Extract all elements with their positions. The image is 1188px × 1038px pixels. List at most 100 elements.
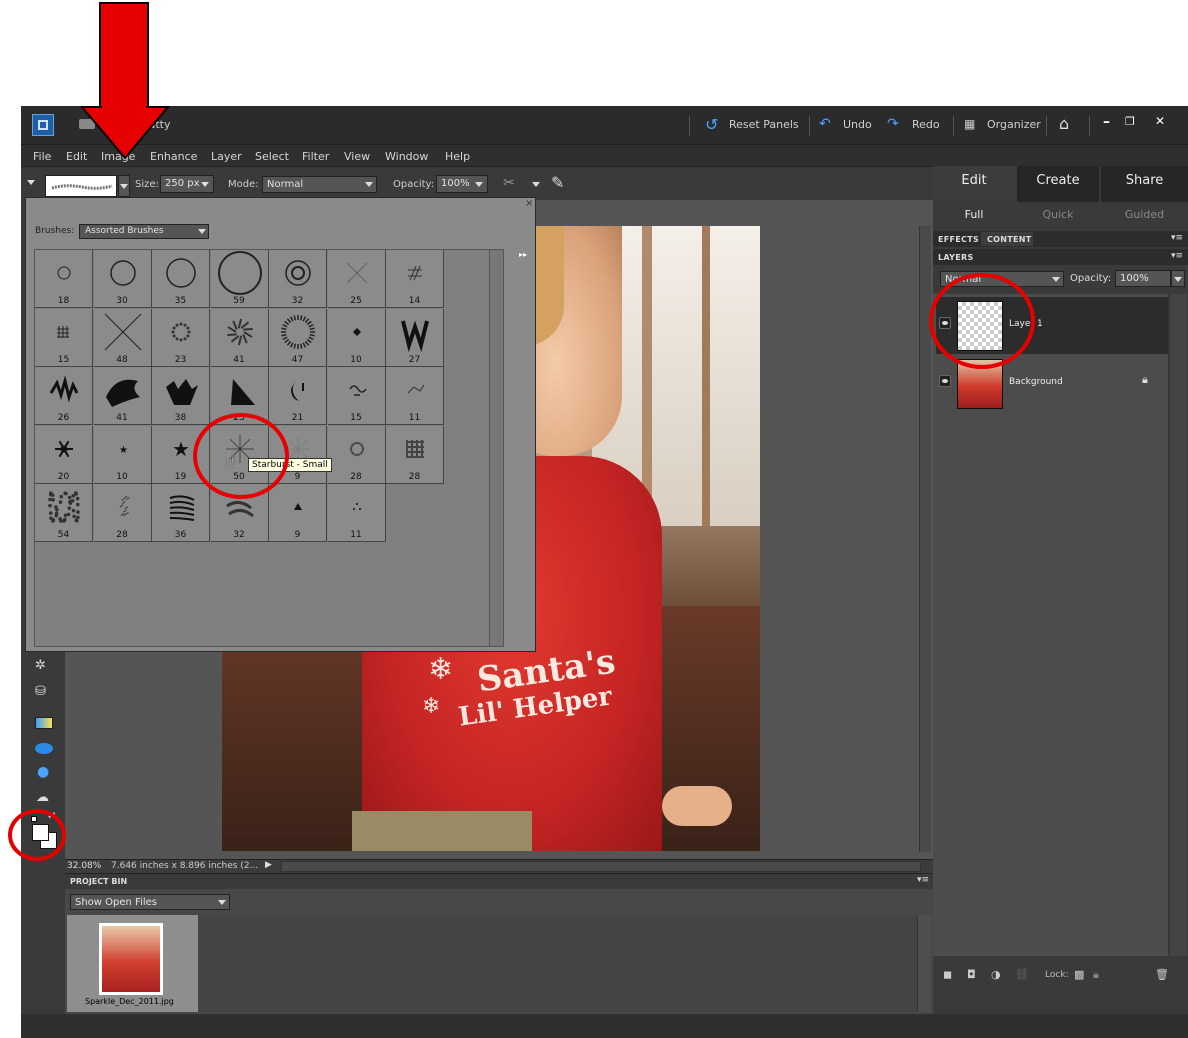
background-visibility-eye-icon[interactable] [939,375,951,387]
brush-grid-scrollbar[interactable] [489,250,503,646]
blend-mode-dropdown-icon[interactable] [1052,277,1060,282]
airbrush-dropdown-icon[interactable] [532,182,540,187]
brush-library-dropdown-icon[interactable] [198,229,206,234]
gradient-tool-icon[interactable] [35,717,53,729]
project-bin-scrollbar[interactable] [917,915,931,1012]
menu-help[interactable]: Help [445,150,470,163]
layer-opacity-field[interactable]: 100% [1115,270,1171,287]
brush-preset-cell[interactable]: 25 [327,250,386,308]
reset-panels-icon[interactable]: ↺ [705,115,718,134]
menu-filter[interactable]: Filter [302,150,329,163]
brush-preset-cell[interactable]: 36 [152,484,210,542]
brush-preset-cell[interactable]: 35 [152,250,210,308]
brush-picker-menu-button[interactable]: ▸▸ [519,250,527,259]
reset-panels-button[interactable]: Reset Panels [729,118,799,131]
brush-preset-cell[interactable]: 14 [386,250,444,308]
menu-window[interactable]: Window [385,150,428,163]
tab-share[interactable]: Share [1101,166,1188,202]
brush-preset-cell[interactable]: 21 [269,367,327,425]
brush-preset-cell[interactable]: ★ 10 [93,425,152,484]
size-dropdown-icon[interactable] [201,182,209,187]
shape-tool-icon[interactable] [35,743,53,754]
subtab-quick[interactable]: Quick [1017,206,1099,226]
restore-button[interactable]: ❐ [1125,115,1135,128]
tool-preset-arrow-icon[interactable] [27,180,35,185]
tablet-options-icon[interactable]: ✎ [551,173,564,192]
menu-view[interactable]: View [344,150,370,163]
sponge-tool-icon[interactable]: ☁ [36,790,49,805]
brush-preview-button[interactable] [45,175,117,197]
brush-preset-cell[interactable]: 28 [386,425,444,484]
smart-brush-tool-icon[interactable]: ✲ [35,658,46,673]
project-bin-show-select[interactable]: Show Open Files [70,894,230,910]
brush-preset-cell[interactable]: 59 [210,250,269,308]
add-mask-icon[interactable]: ◘ [967,968,976,981]
layers-scrollbar[interactable] [1169,294,1187,956]
adjustment-layer-icon[interactable]: ◑ [991,968,1001,981]
mode-select[interactable]: Normal [262,176,377,193]
project-bin-menu-icon[interactable]: ▾≡ [917,875,929,885]
paint-bucket-tool-icon[interactable]: ⛁ [35,684,46,699]
subtab-guided[interactable]: Guided [1101,206,1188,226]
tab-create[interactable]: Create [1017,166,1099,202]
blur-tool-icon[interactable]: ● [37,764,49,780]
effects-panel-menu-icon[interactable]: ▾≡ [1171,233,1183,243]
brush-preset-cell[interactable]: 11 [327,484,386,542]
zoom-level[interactable]: 32.08% [67,861,101,871]
brush-preset-cell[interactable]: 54 [35,484,93,542]
organizer-icon[interactable]: ▦ [964,117,975,131]
brush-preset-cell[interactable]: 9 [269,484,327,542]
home-icon[interactable]: ⌂ [1059,114,1069,133]
airbrush-icon[interactable]: ✂ [503,175,515,191]
layers-panel-menu-icon[interactable]: ▾≡ [1171,251,1183,261]
project-bin-show-dropdown-icon[interactable] [218,900,226,905]
open-file-tile[interactable]: Sparkle_Dec_2011.jpg [67,915,198,1012]
undo-icon[interactable]: ↶ [819,116,831,132]
brush-preset-cell[interactable]: 41 [210,308,269,367]
open-file-thumbnail[interactable] [99,923,163,995]
brush-preset-cell[interactable]: 15 [327,367,386,425]
brush-library-select[interactable]: Assorted Brushes [79,224,209,239]
brush-preset-cell[interactable]: 20 [35,425,93,484]
brush-preset-cell[interactable]: 30 [93,250,152,308]
brush-picker-dropdown-button[interactable] [118,175,130,197]
lock-all-icon[interactable]: 🔒︎ [1093,968,1099,982]
canvas-horizontal-scrollbar[interactable] [281,861,921,872]
organizer-button[interactable]: Organizer [987,118,1041,131]
new-layer-icon[interactable]: ◼ [943,968,952,981]
opacity-dropdown-icon[interactable] [475,182,483,187]
lock-transparency-icon[interactable]: ▩ [1074,968,1084,981]
menu-select[interactable]: Select [255,150,289,163]
status-menu-arrow-icon[interactable]: ▶ [265,860,272,870]
layer-opacity-dropdown-button[interactable] [1171,270,1185,287]
brush-preset-cell[interactable]: 41 [93,367,152,425]
brush-preset-cell[interactable]: 10 [327,308,386,367]
brush-preset-cell[interactable]: 38 [152,367,210,425]
brush-preset-cell[interactable]: 47 [269,308,327,367]
brush-preset-cell[interactable]: 11 [386,367,444,425]
subtab-full[interactable]: Full [933,206,1015,226]
close-button[interactable]: ✕ [1155,114,1165,128]
redo-button[interactable]: Redo [912,118,940,131]
tab-edit[interactable]: Edit [933,166,1015,202]
menu-layer[interactable]: Layer [211,150,242,163]
brush-preset-cell[interactable]: 15 [35,308,93,367]
brush-preset-cell[interactable]: 27 [386,308,444,367]
brush-preset-cell[interactable]: 32 [269,250,327,308]
content-tab[interactable]: CONTENT [987,235,1032,244]
brush-preset-cell[interactable]: 18 [35,250,93,308]
menu-file[interactable]: File [33,150,51,163]
brush-preset-cell[interactable]: 28 [93,484,152,542]
link-layers-icon[interactable]: ⛓ [1015,968,1029,981]
brush-preset-cell[interactable]: 23 [152,308,210,367]
brush-preset-cell[interactable]: 26 [35,367,93,425]
minimize-button[interactable]: – [1103,114,1110,130]
brush-picker-close-button[interactable]: × [525,198,533,209]
mode-dropdown-icon[interactable] [365,182,373,187]
undo-button[interactable]: Undo [843,118,872,131]
effects-tab[interactable]: EFFECTS [938,235,979,244]
redo-icon[interactable]: ↷ [887,116,899,132]
brush-preset-cell[interactable]: 28 [327,425,386,484]
brush-preset-cell[interactable]: 48 [93,308,152,367]
delete-layer-icon[interactable]: 🗑︎ [1155,968,1169,981]
